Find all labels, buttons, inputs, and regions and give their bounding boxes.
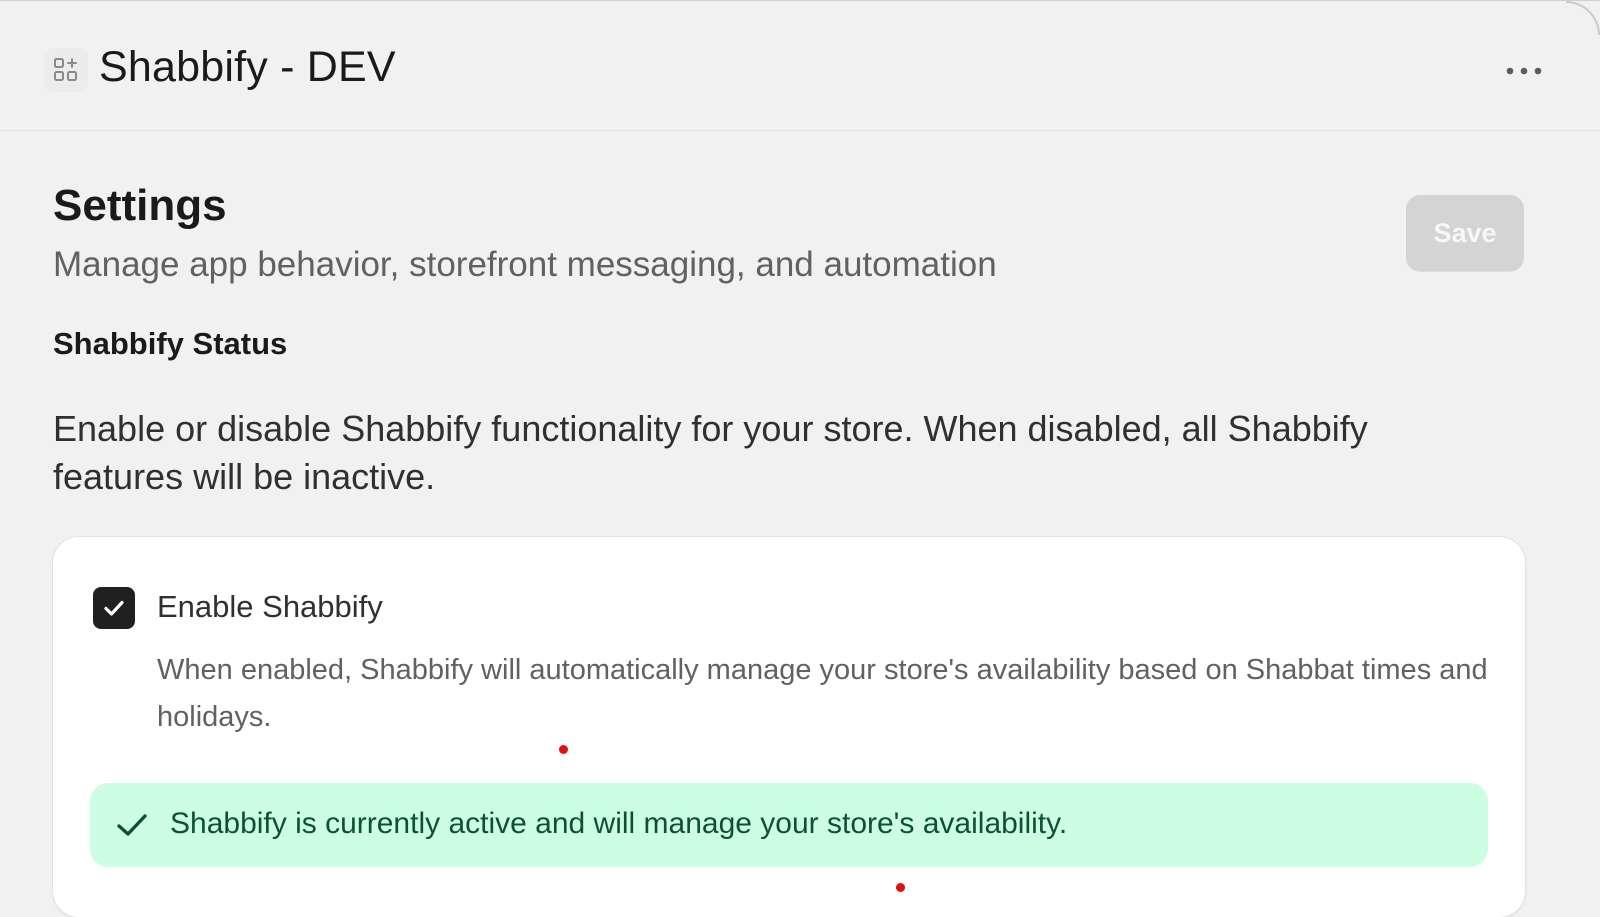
app-title: Shabbify - DEV: [99, 43, 396, 91]
cursor-marker: [559, 745, 568, 754]
status-banner-text: Shabbify is currently active and will ma…: [170, 807, 1068, 840]
enable-shabbify-label[interactable]: Enable Shabbify: [157, 589, 383, 625]
section-title-status: Shabbify Status: [53, 326, 288, 361]
more-horizontal-icon: [1506, 67, 1542, 75]
status-card: Enable Shabbify When enabled, Shabbify w…: [53, 537, 1525, 917]
app-frame: Shabbify - DEV Settings Manage app behav…: [0, 0, 1600, 917]
app-header: Shabbify - DEV: [0, 1, 1600, 131]
checkmark-icon: [104, 600, 124, 616]
more-actions-button[interactable]: [1500, 57, 1548, 85]
save-button[interactable]: Save: [1406, 195, 1524, 271]
app-grid-icon: [44, 48, 88, 92]
page-subtitle: Manage app behavior, storefront messagin…: [53, 245, 997, 284]
status-success-banner: Shabbify is currently active and will ma…: [90, 783, 1488, 867]
cursor-marker: [896, 883, 905, 892]
enable-shabbify-checkbox[interactable]: [93, 587, 135, 629]
page-title: Settings: [53, 181, 227, 230]
checkmark-icon: [117, 814, 147, 836]
section-description: Enable or disable Shabbify functionality…: [53, 408, 1368, 497]
enable-shabbify-help-text: When enabled, Shabbify will automaticall…: [157, 654, 1488, 733]
